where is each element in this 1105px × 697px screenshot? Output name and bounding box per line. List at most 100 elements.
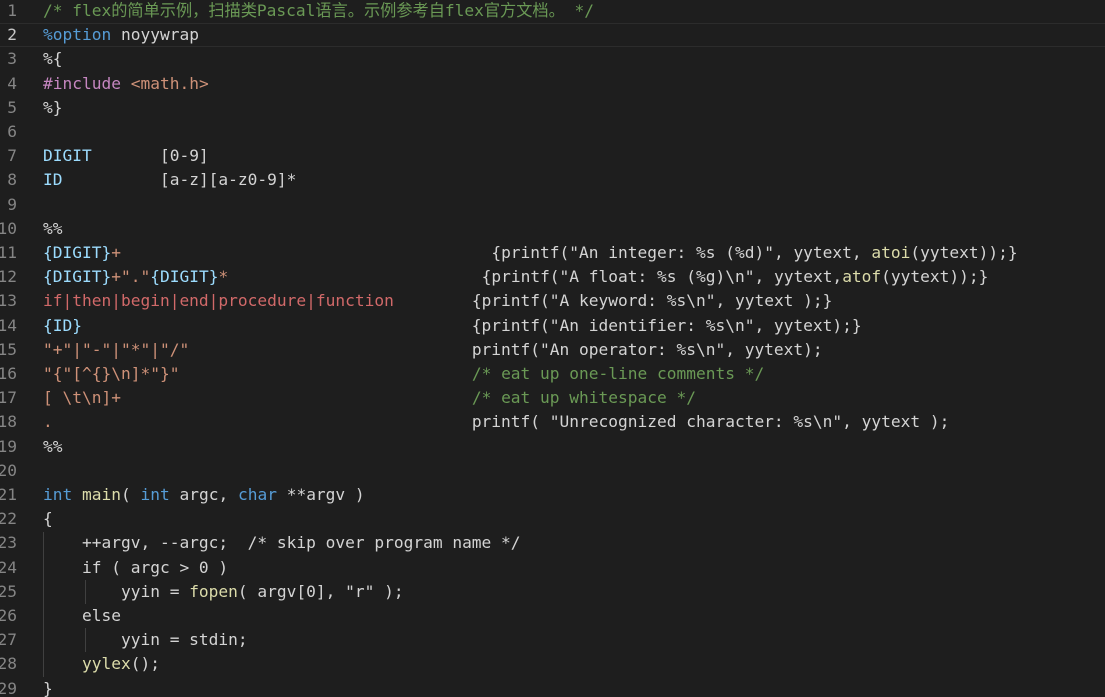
code-text[interactable]: {DIGIT}+ {printf("An integer: %s (%d)", … [43,241,1018,265]
code-text[interactable]: int main( int argc, char **argv ) [43,483,365,507]
code-token: %% [43,436,63,456]
code-text[interactable]: { [43,507,53,531]
code-text[interactable]: {ID} {printf("An identifier: %s\n", yyte… [43,314,862,338]
code-editor[interactable]: 1 /* flex的简单示例，扫描类Pascal语言。示例参考自flex官方文档。… [0,0,1105,697]
code-text[interactable]: %option noyywrap [43,23,199,47]
line-number[interactable]: 18 [0,410,17,434]
line-number[interactable]: 12 [0,265,17,289]
code-text[interactable]: %% [43,217,63,241]
line-number[interactable]: 26 [0,604,17,628]
code-line[interactable]: 23 ++argv, --argc; /* skip over program … [0,531,1105,555]
line-number[interactable]: 9 [0,193,17,217]
code-text[interactable]: DIGIT [0-9] [43,144,209,168]
code-token: { [43,509,53,529]
code-text[interactable]: %% [43,435,63,459]
line-number[interactable]: 25 [0,580,17,604]
code-token: noyywrap [111,25,199,45]
code-text[interactable]: . printf( "Unrecognized character: %s\n"… [43,410,949,434]
line-number[interactable]: 5 [0,96,17,120]
code-line[interactable]: 9 [0,193,1105,217]
code-token: %{ [43,49,63,69]
code-text[interactable]: } [43,677,53,697]
code-line[interactable]: 20 [0,459,1105,483]
line-number[interactable]: 27 [0,628,17,652]
code-line[interactable]: 11 {DIGIT}+ {printf("An integer: %s (%d)"… [0,241,1105,265]
line-number[interactable]: 1 [0,0,17,23]
code-line[interactable]: 1 /* flex的简单示例，扫描类Pascal语言。示例参考自flex官方文档。… [0,0,1105,23]
line-number[interactable]: 21 [0,483,17,507]
line-number[interactable]: 2 [0,23,17,47]
code-token: %option [43,25,112,45]
code-token: + [111,243,121,262]
line-number[interactable]: 8 [0,168,17,192]
code-line[interactable]: 13 if|then|begin|end|procedure|function {… [0,289,1105,313]
code-text[interactable]: "{"[^{}\n]*"}" /* eat up one-line commen… [43,362,764,386]
code-line[interactable]: 5%} [0,96,1105,120]
code-text[interactable]: yylex(); [43,652,160,676]
code-token: argc, [169,485,238,504]
code-token: %} [43,97,63,117]
line-number[interactable]: 15 [0,338,17,362]
code-token: {printf("An integer: %s (%d)", yytext, [120,243,872,262]
code-line[interactable]: 29} [0,677,1105,697]
code-text[interactable]: else [43,604,121,628]
line-number[interactable]: 17 [0,386,17,410]
code-token: {printf("A keyword: %s\n", yytext );} [393,291,833,311]
line-number[interactable]: 11 [0,241,17,265]
code-text[interactable]: %} [43,96,63,120]
code-text[interactable]: yyin = fopen( argv[0], "r" ); [43,580,404,604]
code-line[interactable]: 12 {DIGIT}+"."{DIGIT}* {printf("A float: … [0,265,1105,289]
code-text[interactable]: if ( argc > 0 ) [43,556,228,580]
code-line[interactable]: 18 . printf( "Unrecognized character: %s\… [0,410,1105,434]
line-number[interactable]: 22 [0,507,17,531]
code-text[interactable]: if|then|begin|end|procedure|function {pr… [43,289,832,313]
code-text[interactable]: [ \t\n]+ /* eat up whitespace */ [43,386,696,410]
code-line[interactable]: 26 else [0,604,1105,628]
code-token: (yytext));} [881,267,989,287]
line-number[interactable]: 4 [0,72,17,96]
code-text[interactable]: ++argv, --argc; /* skip over program nam… [43,531,521,555]
code-line[interactable]: 27 yyin = stdin; [0,628,1105,652]
code-line[interactable]: 19%% [0,435,1105,459]
code-line[interactable]: 24 if ( argc > 0 ) [0,556,1105,580]
line-number[interactable]: 19 [0,435,17,459]
code-line[interactable]: 22 { [0,507,1105,531]
code-line[interactable]: 25 yyin = fopen( argv[0], "r" ); [0,580,1105,604]
line-number[interactable]: 23 [0,531,17,555]
code-line[interactable]: 15 "+"|"-"|"*"|"/" printf("An operator: %… [0,338,1105,362]
code-text[interactable]: /* flex的简单示例，扫描类Pascal语言。示例参考自flex官方文档。 … [43,0,594,23]
code-line[interactable]: 28 yylex(); [0,652,1105,676]
line-number[interactable]: 6 [0,120,17,144]
code-line[interactable]: 6 [0,120,1105,144]
line-number[interactable]: 24 [0,556,17,580]
line-number[interactable]: 20 [0,459,17,483]
code-line[interactable]: 8 ID [a-z][a-z0-9]* [0,168,1105,192]
code-line[interactable]: 14 {ID} {printf("An identifier: %s\n", yy… [0,314,1105,338]
line-number[interactable]: 14 [0,314,17,338]
line-number[interactable]: 3 [0,47,17,71]
code-line[interactable]: 17 [ \t\n]+ /* eat up whitespace */ [0,386,1105,410]
line-number[interactable]: 10 [0,217,17,241]
line-number[interactable]: 28 [0,652,17,676]
code-line[interactable]: 2 %option noyywrap [0,23,1105,47]
code-token: ( [120,485,141,504]
code-line[interactable]: 3 %{ [0,47,1105,71]
line-number[interactable]: 13 [0,289,17,313]
code-line[interactable]: 10%% [0,217,1105,241]
code-line[interactable]: 16 "{"[^{}\n]*"}" /* eat up one-line comm… [0,362,1105,386]
code-token: ( argv[0], "r" ); [237,581,404,601]
code-line[interactable]: 4 #include <math.h> [0,72,1105,96]
code-text[interactable]: %{ [43,47,63,71]
code-text[interactable]: "+"|"-"|"*"|"/" printf("An operator: %s\… [43,338,823,362]
code-text[interactable]: #include <math.h> [43,72,209,96]
code-text[interactable]: ID [a-z][a-z0-9]* [43,168,296,192]
line-number[interactable]: 29 [0,677,17,697]
line-number[interactable]: 16 [0,362,17,386]
line-number[interactable]: 7 [0,144,17,168]
code-text[interactable]: {DIGIT}+"."{DIGIT}* {printf("A float: %s… [43,265,988,289]
code-line[interactable]: 7 DIGIT [0-9] [0,144,1105,168]
code-text[interactable]: yyin = stdin; [43,628,248,652]
code-token: yyin = stdin; [43,630,248,650]
code-line[interactable]: 21 int main( int argc, char **argv ) [0,483,1105,507]
